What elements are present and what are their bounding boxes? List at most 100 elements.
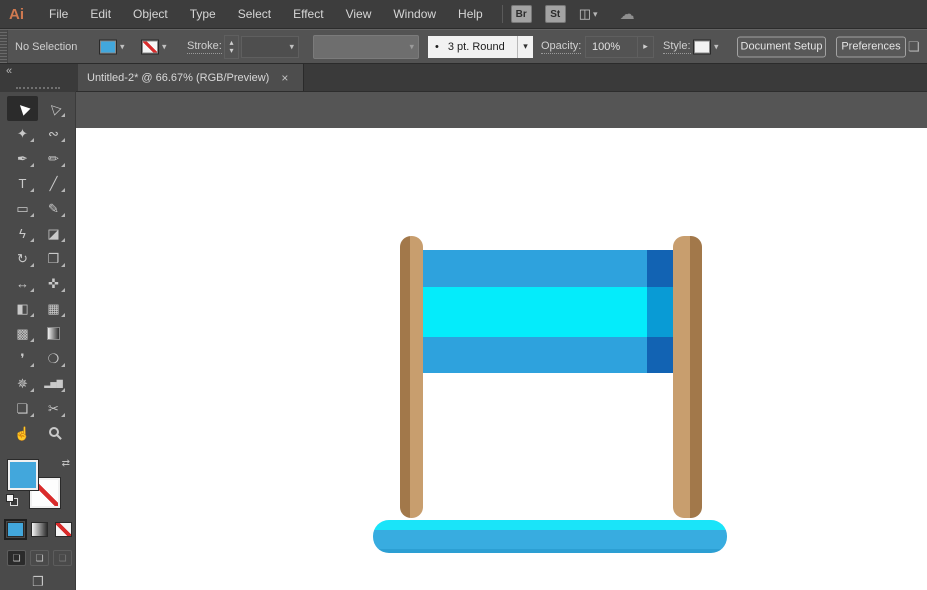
menu-item-help[interactable]: Help bbox=[447, 0, 494, 29]
stroke-label[interactable]: Stroke: bbox=[187, 40, 222, 54]
tool-mesh[interactable]: ▩ bbox=[7, 321, 38, 346]
menu-item-select[interactable]: Select bbox=[227, 0, 282, 29]
right-post-light-half bbox=[673, 236, 690, 518]
workspace-chevron-icon[interactable]: ▾ bbox=[593, 9, 598, 20]
slice-tool-icon: ✂ bbox=[48, 401, 59, 417]
tool-scale[interactable]: ❐ bbox=[38, 246, 69, 271]
menu-item-window[interactable]: Window bbox=[382, 0, 447, 29]
tool-symbol-sprayer[interactable]: ✵ bbox=[7, 371, 38, 396]
style-chevron-icon[interactable]: ▾ bbox=[714, 41, 719, 52]
banner-shape[interactable] bbox=[421, 250, 675, 373]
banner-stripe-top[interactable] bbox=[421, 250, 675, 287]
menu-bar: Ai File Edit Object Type Select Effect V… bbox=[0, 0, 927, 29]
tool-type[interactable]: T bbox=[7, 171, 38, 196]
variable-width-profile-combo[interactable]: ▾ bbox=[313, 35, 419, 59]
tool-selection[interactable]: ▶ bbox=[7, 96, 38, 121]
tool-curvature[interactable]: ✏ bbox=[38, 146, 69, 171]
tool-pen[interactable]: ✒ bbox=[7, 146, 38, 171]
base-shape[interactable] bbox=[373, 520, 727, 553]
left-post-shadow-half bbox=[400, 236, 410, 518]
stroke-weight-combo[interactable]: ▾ bbox=[241, 36, 299, 58]
tool-shaper[interactable]: ϟ bbox=[7, 221, 38, 246]
panel-dock-icon[interactable]: ❏ bbox=[908, 39, 920, 55]
tool-line-segment[interactable]: ╱ bbox=[38, 171, 69, 196]
opacity-arrow-icon[interactable]: ▸ bbox=[637, 36, 654, 58]
pen-tool-icon: ✒ bbox=[17, 151, 28, 167]
none-button[interactable] bbox=[55, 522, 72, 537]
brush-definition-chevron-icon[interactable]: ▾ bbox=[517, 36, 533, 58]
draw-normal-button[interactable]: ❏ bbox=[7, 550, 26, 566]
right-post-shape[interactable] bbox=[673, 236, 702, 518]
artboard[interactable] bbox=[76, 128, 927, 590]
stroke-weight-stepper[interactable]: ▴▾ bbox=[224, 35, 239, 59]
tool-rotate[interactable]: ↻ bbox=[7, 246, 38, 271]
draw-inside-button[interactable]: ❏ bbox=[53, 550, 72, 566]
color-button[interactable] bbox=[7, 522, 24, 537]
tool-rectangle[interactable]: ▭ bbox=[7, 196, 38, 221]
toolbar-collapse-icon[interactable]: « bbox=[6, 65, 10, 77]
shape-builder-tool-icon: ◧ bbox=[16, 301, 28, 317]
document-tab[interactable]: Untitled-2* @ 66.67% (RGB/Preview) × bbox=[78, 64, 304, 91]
tool-column-graph[interactable]: ▂▅▇ bbox=[38, 371, 69, 396]
draw-behind-button[interactable]: ❏ bbox=[30, 550, 49, 566]
menu-item-file[interactable]: File bbox=[38, 0, 79, 29]
tool-blend[interactable]: ❍ bbox=[38, 346, 69, 371]
curvature-tool-icon: ✏ bbox=[48, 151, 59, 167]
bridge-button[interactable]: Br bbox=[511, 5, 532, 23]
stock-button[interactable]: St bbox=[545, 5, 566, 23]
toolbar-grip[interactable] bbox=[16, 87, 60, 89]
fill-chevron-icon[interactable]: ▾ bbox=[120, 41, 125, 52]
document-tab-title: Untitled-2* @ 66.67% (RGB/Preview) bbox=[87, 72, 269, 84]
tab-close-icon[interactable]: × bbox=[281, 71, 288, 85]
swap-fill-stroke-icon[interactable]: ⇄ bbox=[62, 458, 70, 469]
selection-tool-icon: ▶ bbox=[13, 99, 31, 117]
tool-eyedropper[interactable]: ❜ bbox=[7, 346, 38, 371]
tool-perspective-grid[interactable]: ▦ bbox=[38, 296, 69, 321]
banner-stripe-bottom[interactable] bbox=[421, 337, 675, 373]
style-swatch[interactable] bbox=[693, 39, 711, 54]
fill-color-swatch[interactable] bbox=[99, 39, 117, 54]
tool-hand[interactable]: ☝ bbox=[7, 421, 38, 446]
style-label[interactable]: Style: bbox=[663, 40, 691, 54]
canvas-pasteboard[interactable] bbox=[76, 92, 927, 590]
tool-gradient[interactable] bbox=[38, 321, 69, 346]
tool-artboard[interactable]: ❏ bbox=[7, 396, 38, 421]
menu-item-object[interactable]: Object bbox=[122, 0, 179, 29]
document-setup-button[interactable]: Document Setup bbox=[737, 36, 826, 57]
gradient-button[interactable] bbox=[31, 522, 48, 537]
menu-item-view[interactable]: View bbox=[335, 0, 383, 29]
menu-item-type[interactable]: Type bbox=[179, 0, 227, 29]
tool-shape-builder[interactable]: ◧ bbox=[7, 296, 38, 321]
control-bar-grip[interactable] bbox=[0, 30, 8, 63]
menu-item-effect[interactable]: Effect bbox=[282, 0, 334, 29]
tool-slice[interactable]: ✂ bbox=[38, 396, 69, 421]
preferences-button[interactable]: Preferences bbox=[836, 36, 906, 57]
stepper-down-icon[interactable]: ▾ bbox=[229, 47, 233, 55]
default-fill-stroke-icon[interactable] bbox=[6, 494, 18, 506]
tool-lasso[interactable]: ∾ bbox=[38, 121, 69, 146]
banner-stripe-middle[interactable] bbox=[421, 287, 675, 337]
tool-puppet-warp[interactable]: ✜ bbox=[38, 271, 69, 296]
opacity-label[interactable]: Opacity: bbox=[541, 40, 581, 54]
opacity-input[interactable]: 100% bbox=[585, 36, 638, 58]
stroke-weight-chevron-icon[interactable]: ▾ bbox=[289, 41, 294, 52]
tool-eraser[interactable]: ◪ bbox=[38, 221, 69, 246]
tool-direct-selection[interactable]: ▷ bbox=[38, 96, 69, 121]
fill-proxy-swatch[interactable] bbox=[8, 460, 38, 490]
perspective-grid-tool-icon: ▦ bbox=[47, 301, 59, 317]
left-post-shape[interactable] bbox=[400, 236, 423, 518]
sync-status-icon[interactable]: ☁ bbox=[620, 5, 635, 23]
brush-definition-combo[interactable]: •3 pt. Round bbox=[428, 36, 517, 58]
stroke-chevron-icon[interactable]: ▾ bbox=[162, 41, 167, 52]
tool-zoom[interactable] bbox=[38, 421, 69, 446]
tool-paintbrush[interactable]: ✎ bbox=[38, 196, 69, 221]
stroke-color-swatch[interactable] bbox=[141, 39, 159, 54]
change-screen-mode-icon[interactable]: ❐ bbox=[0, 574, 76, 590]
tool-width[interactable]: ↔ bbox=[7, 271, 38, 296]
banner-shadow-column[interactable] bbox=[647, 250, 675, 373]
workspace-switcher-icon[interactable]: ◫ bbox=[579, 6, 591, 22]
tool-magic-wand[interactable]: ✦ bbox=[7, 121, 38, 146]
blend-tool-icon: ❍ bbox=[48, 351, 60, 367]
menu-item-edit[interactable]: Edit bbox=[79, 0, 122, 29]
banner-shadow-middle bbox=[647, 287, 675, 337]
